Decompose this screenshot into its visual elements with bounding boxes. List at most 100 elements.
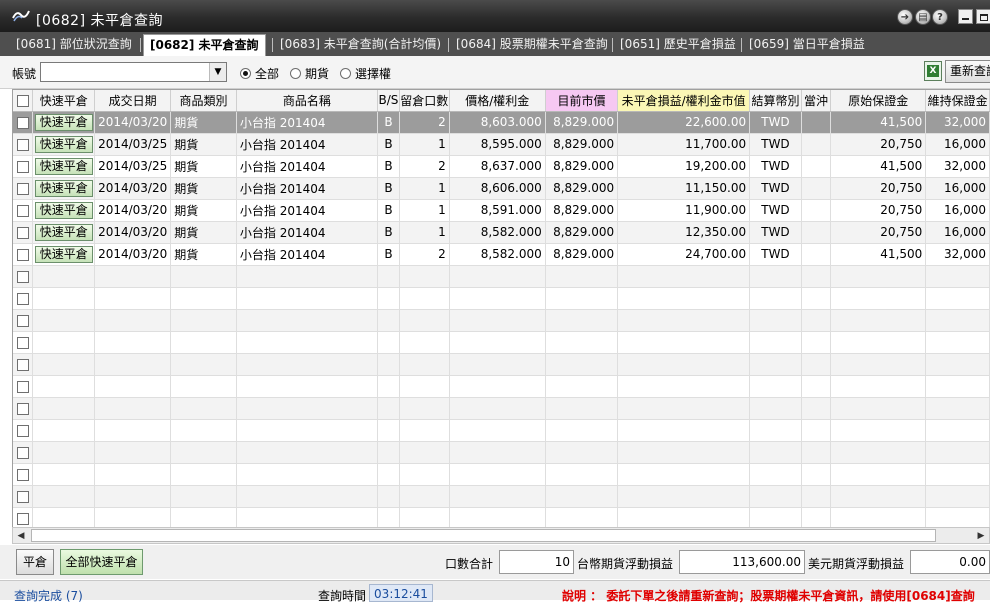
row-checkbox-cell[interactable] bbox=[13, 221, 34, 244]
table-row[interactable]: 快速平倉 2014/03/20 期貨 小台指 201404 B 1 8,606.000 8,8… bbox=[13, 177, 990, 200]
scrollbar-thumb[interactable] bbox=[31, 529, 936, 542]
radio-all[interactable]: 全部 bbox=[240, 65, 279, 82]
row-checkbox[interactable] bbox=[16, 160, 29, 173]
row-checkbox-cell[interactable] bbox=[13, 507, 34, 527]
header-current-price[interactable]: 目前市價 bbox=[545, 90, 619, 112]
row-checkbox[interactable] bbox=[16, 358, 29, 371]
header-maintenance-margin[interactable]: 維持保證金 bbox=[925, 90, 990, 112]
tab-0683[interactable]: [0683] 未平倉查詢(合計均價) bbox=[274, 34, 447, 56]
row-checkbox[interactable] bbox=[16, 512, 29, 525]
row-checkbox-cell[interactable] bbox=[13, 463, 34, 486]
select-all-checkbox-cell[interactable] bbox=[13, 90, 34, 112]
quick-close-button[interactable]: 快速平倉 bbox=[34, 201, 93, 219]
row-checkbox[interactable] bbox=[16, 336, 29, 349]
row-checkbox[interactable] bbox=[16, 380, 29, 393]
row-checkbox-cell[interactable] bbox=[13, 331, 34, 354]
quick-close-button[interactable]: 快速平倉 bbox=[34, 135, 93, 153]
row-checkbox-cell[interactable] bbox=[13, 177, 34, 200]
header-unrealized-pl[interactable]: 未平倉損益/權利金市值 bbox=[617, 90, 751, 112]
quick-close-button[interactable]: 快速平倉 bbox=[34, 113, 93, 131]
row-checkbox[interactable] bbox=[16, 226, 29, 239]
row-checkbox[interactable] bbox=[16, 116, 29, 129]
twd-float-pl-label: 台幣期貨浮動損益 bbox=[577, 557, 674, 571]
close-all-quick-button[interactable]: 全部快速平倉 bbox=[60, 549, 143, 575]
table-row[interactable]: 快速平倉 2014/03/25 期貨 小台指 201404 B 2 8,637.000 8,8… bbox=[13, 155, 990, 178]
row-checkbox-cell[interactable] bbox=[13, 353, 34, 376]
radio-dot[interactable] bbox=[340, 68, 351, 79]
row-checkbox-cell[interactable] bbox=[13, 375, 34, 398]
minimize-icon[interactable] bbox=[958, 9, 973, 24]
print-icon[interactable]: ▤ bbox=[915, 9, 931, 25]
forward-icon[interactable]: ➔ bbox=[897, 9, 913, 25]
row-checkbox[interactable] bbox=[16, 292, 29, 305]
row-checkbox-cell[interactable] bbox=[13, 419, 34, 442]
table-row[interactable]: 快速平倉 2014/03/20 期貨 小台指 201404 B 2 8,582.000 8,8… bbox=[13, 243, 990, 266]
row-checkbox-cell[interactable] bbox=[13, 199, 34, 222]
help-icon[interactable]: ? bbox=[932, 9, 948, 25]
select-all-checkbox[interactable] bbox=[16, 94, 29, 107]
tab-0682[interactable]: [0682] 未平倉查詢 bbox=[143, 34, 266, 56]
scroll-left-icon[interactable]: ◀ bbox=[13, 528, 29, 543]
row-checkbox[interactable] bbox=[16, 402, 29, 415]
row-checkbox-cell[interactable] bbox=[13, 155, 34, 178]
row-checkbox-cell[interactable] bbox=[13, 397, 34, 420]
excel-export-button[interactable]: X bbox=[924, 61, 942, 81]
table-row[interactable]: 快速平倉 2014/03/20 期貨 小台指 201404 B 2 8,603.000 8,8… bbox=[13, 111, 990, 134]
usd-float-pl-value: 0.00 bbox=[910, 550, 990, 574]
cell-daytrade bbox=[801, 111, 832, 134]
header-initial-margin[interactable]: 原始保證金 bbox=[830, 90, 927, 112]
tab-0651[interactable]: [0651] 歷史平倉損益 bbox=[614, 34, 742, 56]
restore-icon[interactable] bbox=[976, 9, 990, 24]
row-checkbox[interactable] bbox=[16, 248, 29, 261]
row-checkbox[interactable] bbox=[16, 182, 29, 195]
tab-0684[interactable]: [0684] 股票期權未平倉查詢 bbox=[450, 34, 614, 56]
radio-dot[interactable] bbox=[240, 68, 251, 79]
row-checkbox[interactable] bbox=[16, 204, 29, 217]
app-window: [0682] 未平倉查詢 ➔ ▤ ? [0681] 部位狀況查詢 [0682] … bbox=[0, 0, 990, 603]
header-product-name[interactable]: 商品名稱 bbox=[236, 90, 379, 112]
radio-futures[interactable]: 期貨 bbox=[290, 65, 329, 82]
row-checkbox-cell[interactable] bbox=[13, 243, 34, 266]
chevron-down-icon[interactable]: ▼ bbox=[209, 63, 226, 81]
tab-0659[interactable]: [0659] 當日平倉損益 bbox=[743, 34, 871, 56]
radio-options[interactable]: 選擇權 bbox=[340, 65, 391, 82]
row-checkbox-cell[interactable] bbox=[13, 309, 34, 332]
account-select[interactable]: ▼ bbox=[40, 62, 227, 82]
row-checkbox[interactable] bbox=[16, 490, 29, 503]
row-checkbox[interactable] bbox=[16, 138, 29, 151]
row-checkbox-cell[interactable] bbox=[13, 441, 34, 464]
header-category[interactable]: 商品類別 bbox=[170, 90, 237, 112]
row-checkbox[interactable] bbox=[16, 424, 29, 437]
header-trade-date[interactable]: 成交日期 bbox=[94, 90, 172, 112]
row-checkbox-cell[interactable] bbox=[13, 287, 34, 310]
quick-close-button[interactable]: 快速平倉 bbox=[34, 179, 93, 197]
header-price[interactable]: 價格/權利金 bbox=[449, 90, 546, 112]
header-open-qty[interactable]: 留倉口數 bbox=[399, 90, 450, 112]
row-checkbox-cell[interactable] bbox=[13, 485, 34, 508]
tab-0681[interactable]: [0681] 部位狀況查詢 bbox=[10, 34, 138, 56]
table-row[interactable]: 快速平倉 2014/03/20 期貨 小台指 201404 B 1 8,582.000 8,8… bbox=[13, 221, 990, 244]
header-bs[interactable]: B/S bbox=[377, 90, 400, 112]
quick-close-button[interactable]: 快速平倉 bbox=[34, 223, 93, 241]
header-currency[interactable]: 結算幣別 bbox=[749, 90, 802, 112]
row-checkbox-cell[interactable] bbox=[13, 133, 34, 156]
quick-close-button[interactable]: 快速平倉 bbox=[34, 245, 93, 263]
quick-close-button[interactable]: 快速平倉 bbox=[34, 157, 93, 175]
header-quick-close[interactable]: 快速平倉 bbox=[32, 90, 96, 112]
row-checkbox-cell[interactable] bbox=[13, 265, 34, 288]
row-checkbox[interactable] bbox=[16, 468, 29, 481]
close-position-button[interactable]: 平倉 bbox=[16, 549, 54, 575]
table-row[interactable]: 快速平倉 2014/03/25 期貨 小台指 201404 B 1 8,595.000 8,8… bbox=[13, 133, 990, 156]
radio-dot[interactable] bbox=[290, 68, 301, 79]
quick-close-cell: 快速平倉 bbox=[32, 177, 96, 200]
empty-cell bbox=[399, 331, 450, 354]
row-checkbox[interactable] bbox=[16, 314, 29, 327]
table-row[interactable]: 快速平倉 2014/03/20 期貨 小台指 201404 B 1 8,591.000 8,8… bbox=[13, 199, 990, 222]
horizontal-scrollbar[interactable]: ◀ ▶ bbox=[12, 527, 990, 544]
row-checkbox[interactable] bbox=[16, 446, 29, 459]
row-checkbox-cell[interactable] bbox=[13, 111, 34, 134]
row-checkbox[interactable] bbox=[16, 270, 29, 283]
scroll-right-icon[interactable]: ▶ bbox=[973, 528, 989, 543]
header-daytrade[interactable]: 當沖 bbox=[801, 90, 832, 112]
requery-button[interactable]: 重新查詢 bbox=[945, 60, 990, 83]
